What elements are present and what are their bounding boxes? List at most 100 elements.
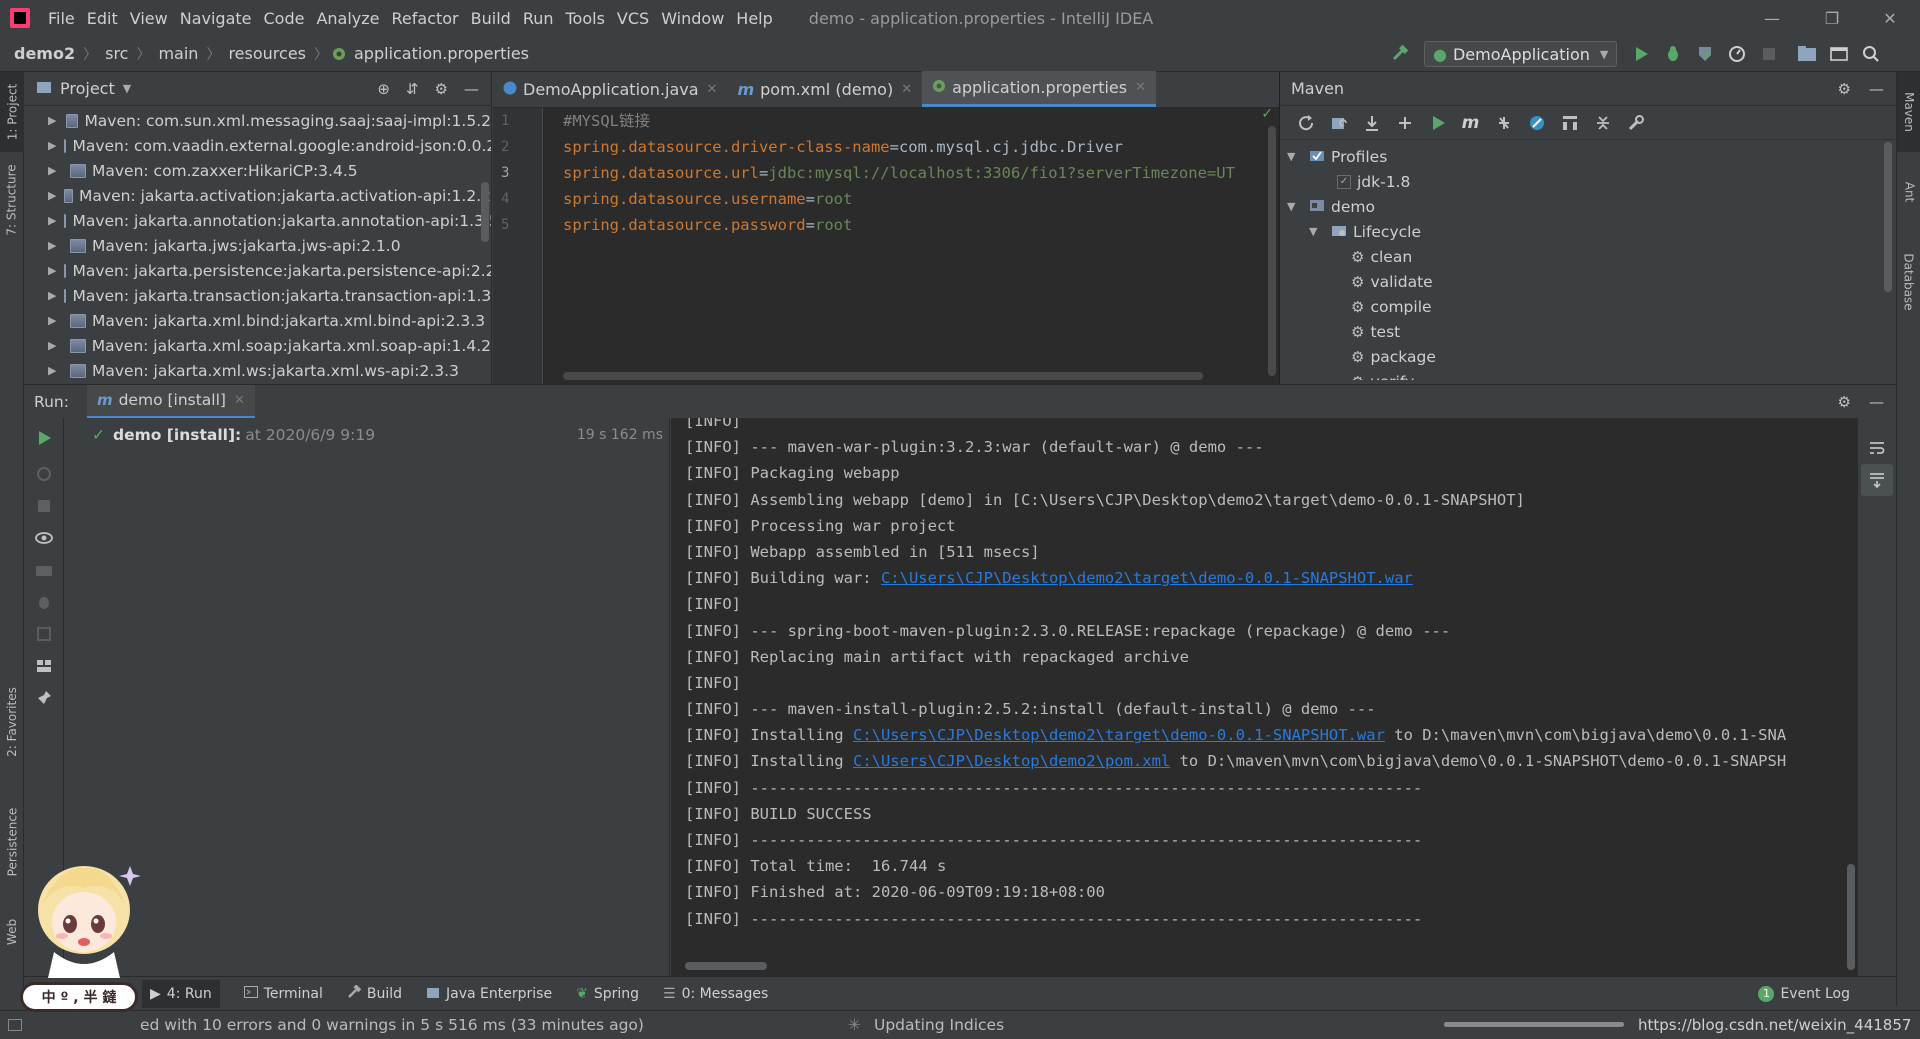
tool-tab-run[interactable]: ▶ 4: Run [142,979,220,1008]
tab-pom-xml[interactable]: m pom.xml (demo) ✕ [727,71,922,107]
collapse-arrow-icon[interactable]: ▼ [1309,225,1323,238]
project-structure-icon[interactable] [1791,38,1823,70]
tree-item[interactable]: ▶ Maven: com.sun.xml.messaging.saaj:saaj-… [48,108,491,133]
lifecycle-phase[interactable]: ⚙ clean [1281,244,1896,269]
tree-item[interactable]: ▶ Maven: jakarta.persistence:jakarta.pers… [48,258,491,283]
tree-item[interactable]: ▶ Maven: jakarta.xml.bind:jakarta.xml.bin… [48,308,491,333]
menu-refactor[interactable]: Refactor [386,9,465,28]
run-maven-build-icon[interactable] [1421,107,1454,139]
run-tab[interactable]: m demo [install] ✕ [86,384,255,419]
code-line[interactable]: spring.datasource.driver-class-name=com.… [563,134,1279,160]
expand-arrow-icon[interactable]: ▶ [48,314,62,327]
toggle-offline-icon[interactable] [1487,107,1520,139]
menu-help[interactable]: Help [730,9,778,28]
console-vertical-scrollbar[interactable] [1847,864,1855,970]
exit-icon[interactable] [28,618,60,650]
restore-icon[interactable]: ❐ [1802,0,1862,36]
menu-run[interactable]: Run [517,9,560,28]
code-area[interactable]: #MYSQL链接 spring.datasource.driver-class-… [563,108,1279,384]
collapse-arrow-icon[interactable]: ▼ [1287,150,1301,163]
collapse-arrow-icon[interactable]: ▼ [1287,200,1301,213]
gear-icon[interactable]: ⚙ [1838,80,1851,98]
editor-horizontal-scrollbar[interactable] [563,372,1203,380]
breadcrumb-main[interactable]: main [154,44,202,63]
stop-icon[interactable] [1753,38,1785,70]
search-everywhere-icon[interactable] [1855,38,1887,70]
tool-tab-spring[interactable]: ❦ Spring [576,986,639,1002]
menu-code[interactable]: Code [258,9,311,28]
tool-tab-build[interactable]: Build [347,983,402,1003]
tool-tab-database[interactable]: Database [1897,232,1920,332]
menu-navigate[interactable]: Navigate [174,9,258,28]
run-configuration-selector[interactable]: ● DemoApplication ▼ [1424,41,1618,67]
tree-item-profiles[interactable]: ▼ Profiles [1281,144,1896,169]
tool-tab-terminal[interactable]: Terminal [243,985,323,1002]
tree-item[interactable]: ▶ Maven: jakarta.jws:jakarta.jws-api:2.1.… [48,233,491,258]
expand-arrow-icon[interactable]: ▶ [48,239,62,252]
menu-window[interactable]: Window [655,9,730,28]
tree-item-project[interactable]: ▼ demo [1281,194,1896,219]
breadcrumb-resources[interactable]: resources [224,44,310,63]
tree-item[interactable]: ▶ Maven: com.zaxxer:HikariCP:3.4.5 [48,158,491,183]
profile-icon[interactable] [1721,38,1753,70]
project-view-selector[interactable]: Project [60,79,115,98]
hide-panel-icon[interactable]: — [464,80,479,98]
menu-file[interactable]: File [42,9,81,28]
code-line[interactable]: spring.datasource.username=root [563,186,1279,212]
tab-demo-application[interactable]: DemoApplication.java ✕ [493,71,727,107]
expand-arrow-icon[interactable]: ▶ [48,189,56,202]
tree-item[interactable]: ▶ Maven: com.vaadin.external.google:andro… [48,133,491,158]
breadcrumb-src[interactable]: src [101,44,132,63]
code-line[interactable]: spring.datasource.password=root [563,212,1279,238]
file-link[interactable]: C:\Users\CJP\Desktop\demo2\target\demo-0… [881,569,1413,587]
expand-arrow-icon[interactable]: ▶ [48,139,56,152]
expand-arrow-icon[interactable]: ▶ [48,339,62,352]
close-tab-icon[interactable]: ✕ [234,393,245,408]
menu-tools[interactable]: Tools [560,9,611,28]
menu-analyze[interactable]: Analyze [310,9,385,28]
skip-tests-icon[interactable] [1520,107,1553,139]
expand-arrow-icon[interactable]: ▶ [48,264,56,277]
tree-item[interactable]: ▶ Maven: jakarta.transaction:jakarta.tran… [48,283,491,308]
tab-application-properties[interactable]: application.properties ✕ [922,71,1156,107]
lifecycle-phase[interactable]: ⚙ compile [1281,294,1896,319]
download-icon[interactable] [1355,107,1388,139]
project-vertical-scrollbar[interactable] [481,182,489,242]
tree-item-lifecycle[interactable]: ▼ Lifecycle [1281,219,1896,244]
tool-tab-favorites[interactable]: 2: Favorites [0,672,24,772]
editor-vertical-scrollbar[interactable] [1268,126,1276,376]
checkbox[interactable]: ✓ [1337,174,1351,189]
menu-vcs[interactable]: VCS [611,9,655,28]
scroll-to-end-icon[interactable] [1861,464,1893,496]
close-icon[interactable]: ✕ [1860,0,1920,36]
tool-tab-structure[interactable]: 7: Structure [0,152,24,248]
presentation-mode-icon[interactable] [1823,38,1855,70]
locate-target-icon[interactable]: ⊕ [377,80,390,98]
toggle-offline-icon[interactable] [28,458,60,490]
debug-bug-icon[interactable] [1657,38,1689,70]
tool-tab-project[interactable]: 1: Project [0,72,24,152]
rerun-icon[interactable] [28,422,60,454]
menu-build[interactable]: Build [465,9,517,28]
expand-arrow-icon[interactable]: ▶ [48,214,56,227]
breadcrumb-project[interactable]: demo2 [10,44,79,63]
file-link[interactable]: C:\Users\CJP\Desktop\demo2\target\demo-0… [853,726,1385,744]
gear-icon[interactable]: ⚙ [435,80,448,98]
event-log-button[interactable]: 1 Event Log [1758,985,1850,1002]
tree-item[interactable]: ▶ Maven: jakarta.xml.ws:jakarta.xml.ws-ap… [48,358,491,382]
collapse-all-icon[interactable] [1586,107,1619,139]
menu-edit[interactable]: Edit [81,9,124,28]
generate-sources-icon[interactable] [1322,107,1355,139]
stop-icon[interactable] [28,490,60,522]
maven-settings-wrench-icon[interactable] [1619,107,1652,139]
camera-icon[interactable] [28,554,60,586]
code-line[interactable]: spring.datasource.url=jdbc:mysql://local… [563,160,1279,186]
tool-tab-ant[interactable]: Ant [1897,162,1920,222]
file-link[interactable]: C:\Users\CJP\Desktop\demo2\pom.xml [853,752,1170,770]
lifecycle-phase[interactable]: ⚙ package [1281,344,1896,369]
show-eye-icon[interactable] [28,522,60,554]
expand-arrow-icon[interactable]: ▶ [48,289,56,302]
layout-icon[interactable] [28,650,60,682]
show-dependencies-icon[interactable] [1553,107,1586,139]
console-horizontal-scrollbar[interactable] [685,962,767,970]
